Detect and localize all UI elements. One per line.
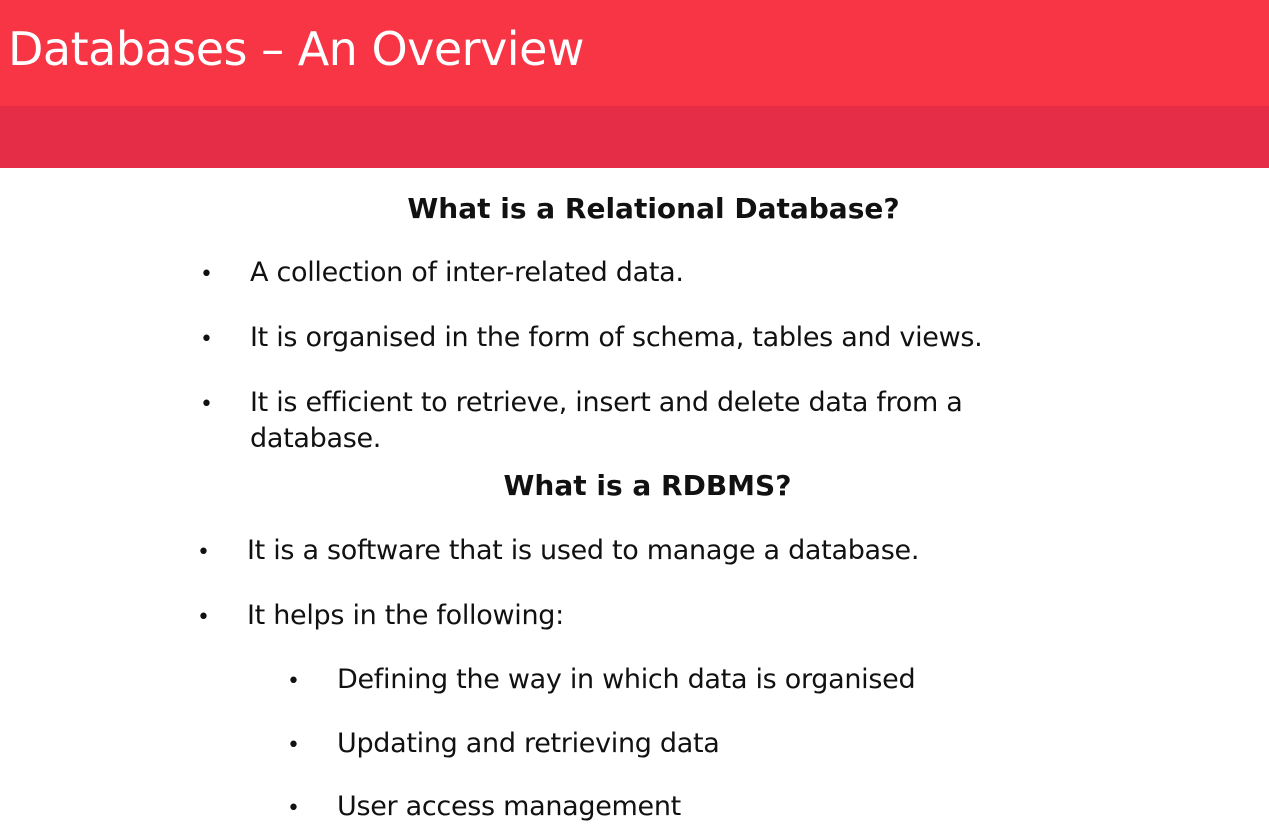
bullet-marker: • [200, 327, 213, 352]
bullet-text: A collection of inter-related data. [250, 257, 684, 288]
bullet-marker: • [287, 733, 300, 758]
sub-bullet-text: User access management [337, 791, 681, 822]
bullet-text: It is organised in the form of schema, t… [250, 322, 983, 353]
bullet-text-continuation: database. [250, 423, 382, 454]
header-band [0, 106, 1269, 168]
sub-bullet-text: Updating and retrieving data [337, 728, 720, 759]
bullet-marker: • [287, 796, 300, 821]
bullet-text: It is a software that is used to manage … [247, 535, 920, 566]
bullet-text: It is efficient to retrieve, insert and … [250, 387, 963, 418]
section-heading-relational-database: What is a Relational Database? [407, 192, 900, 225]
bullet-marker: • [200, 392, 213, 417]
bullet-text: It helps in the following: [247, 600, 564, 631]
sub-bullet-text: Defining the way in which data is organi… [337, 664, 916, 695]
bullet-marker: • [200, 262, 213, 287]
bullet-marker: • [287, 669, 300, 694]
bullet-marker: • [197, 605, 210, 630]
slide-title: Databases – An Overview [8, 22, 585, 76]
bullet-marker: • [197, 540, 210, 565]
section-heading-rdbms: What is a RDBMS? [503, 469, 792, 502]
